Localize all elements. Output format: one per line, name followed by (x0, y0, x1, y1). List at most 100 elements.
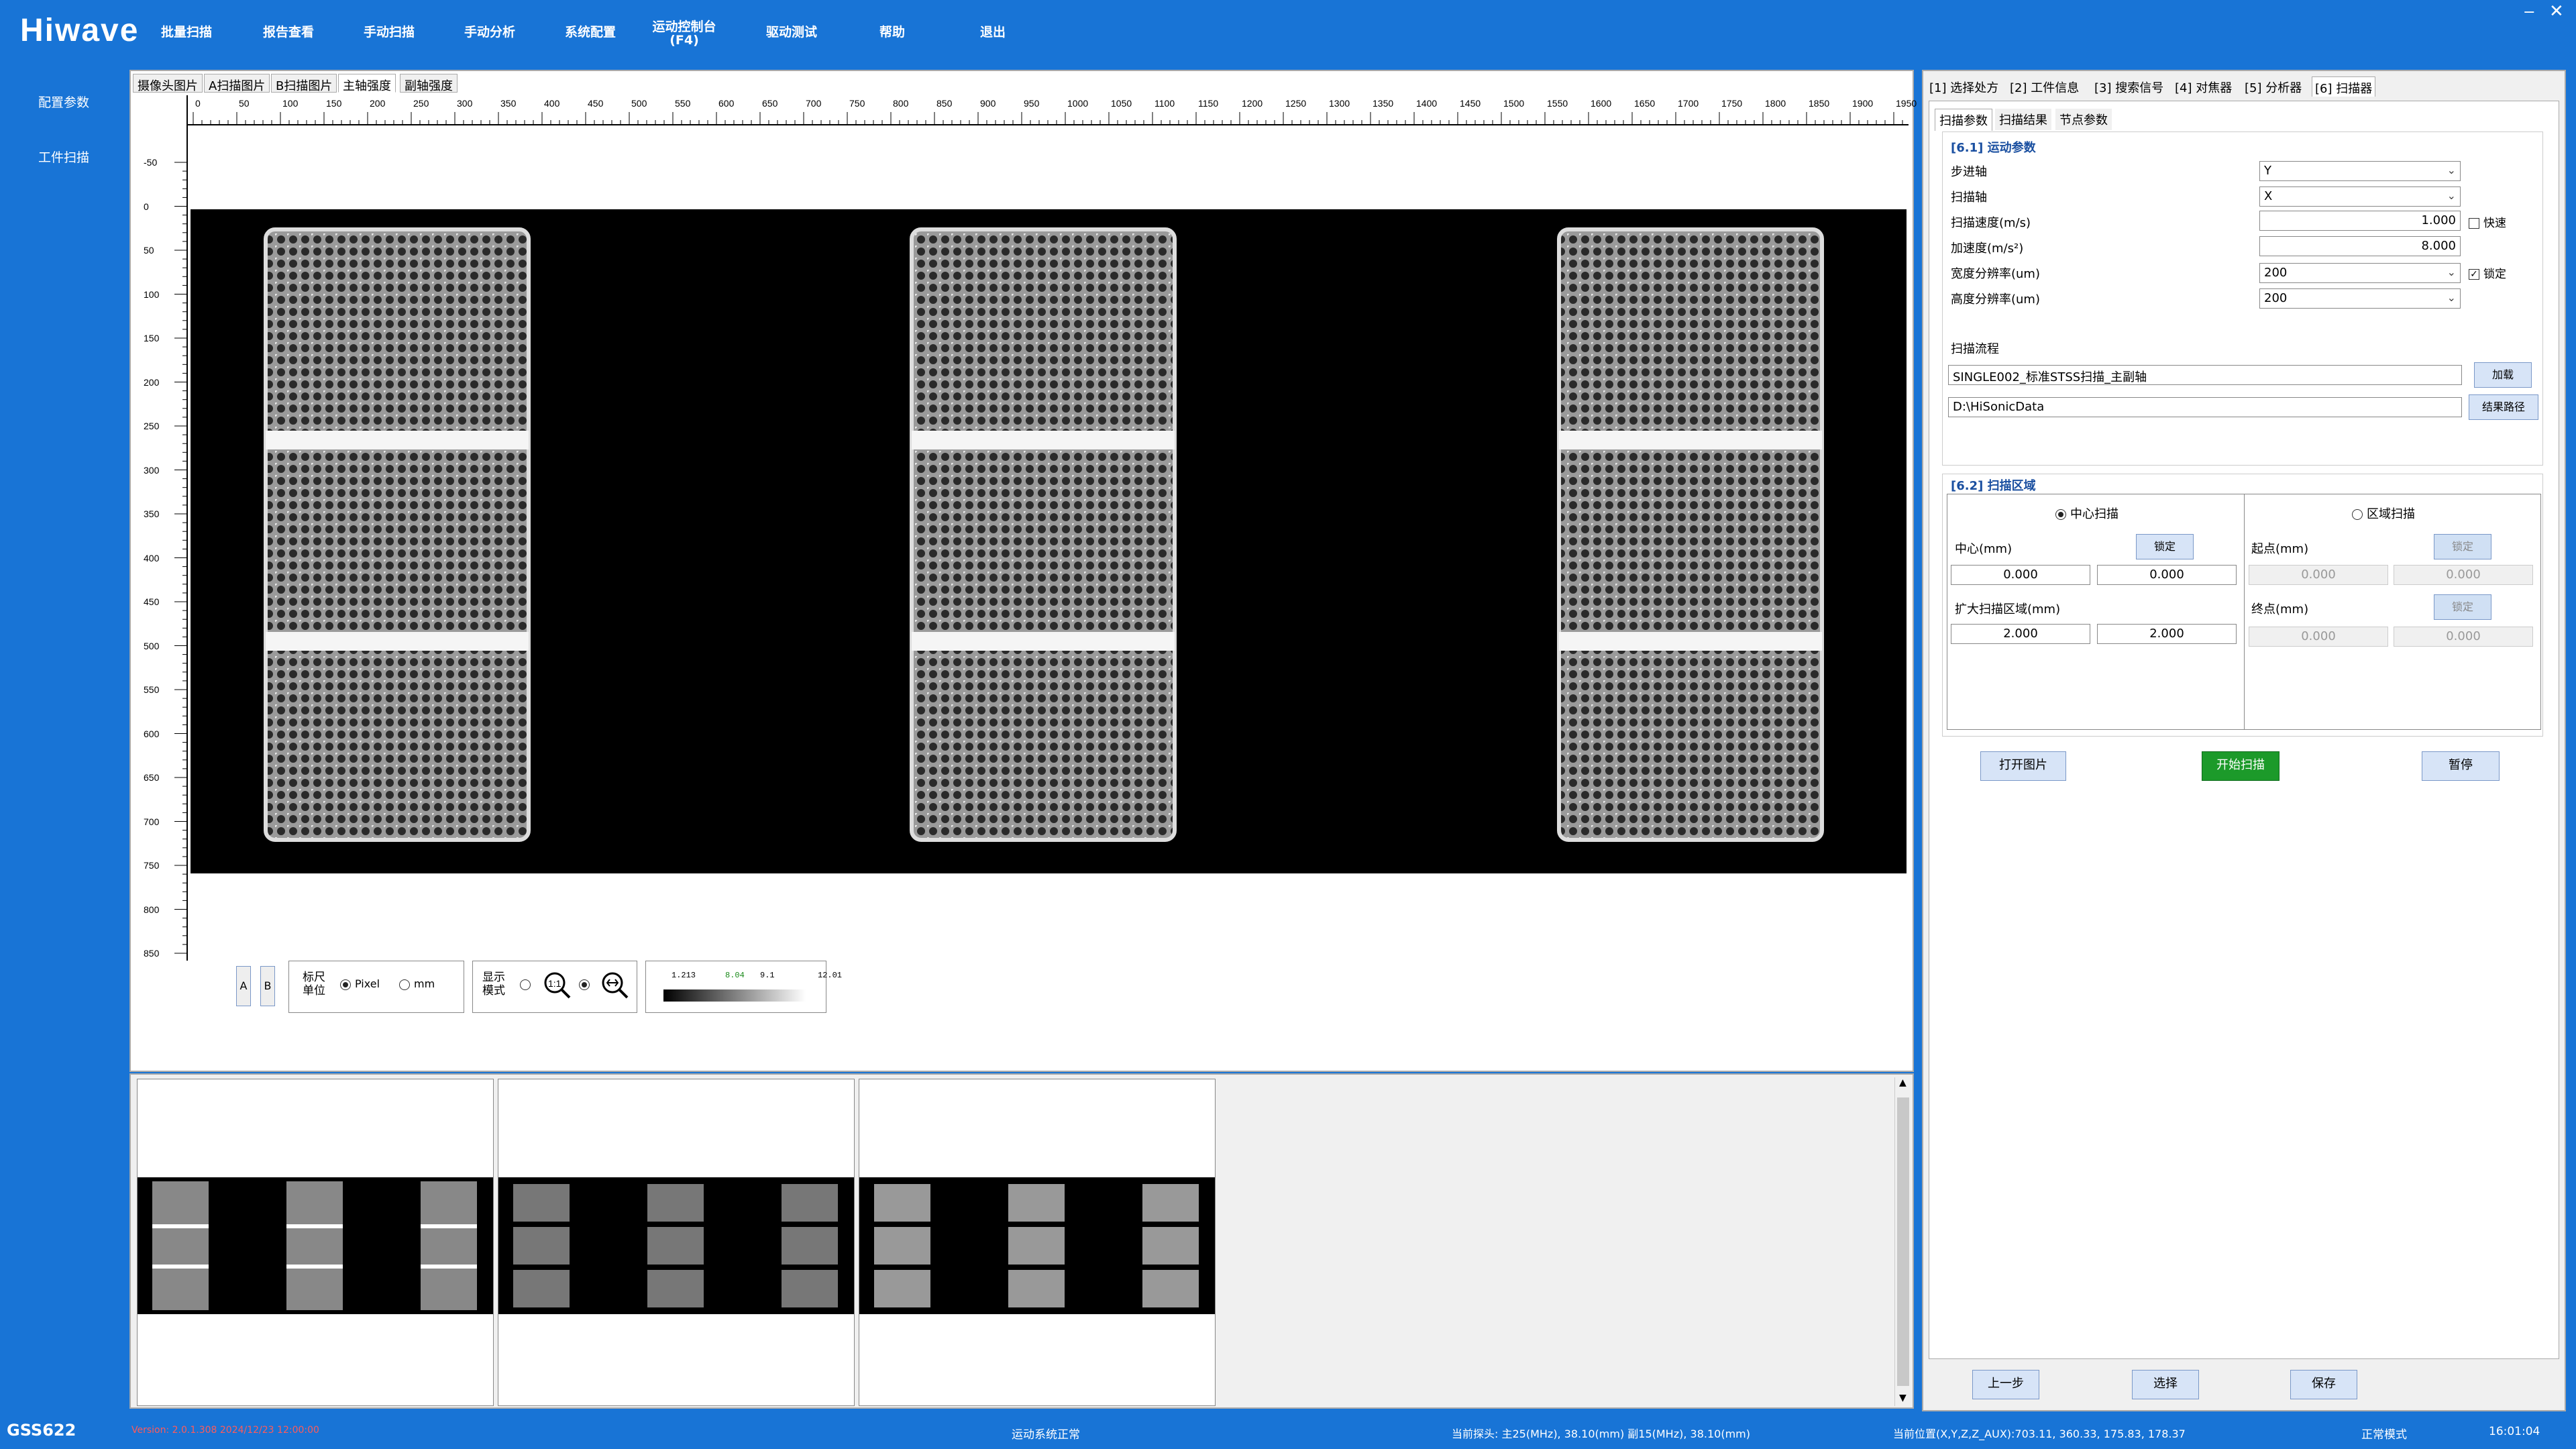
ruler-top-tick: 450 (588, 98, 604, 109)
image-tab-2[interactable]: B扫描图片 (271, 74, 337, 93)
right-tab-2[interactable]: [3] 搜索信号 (2092, 76, 2166, 97)
nav-item-6[interactable]: 驱动测试 (741, 25, 842, 39)
nav-item-2[interactable]: 手动扫描 (339, 25, 439, 39)
ruler-left-tick: 50 (144, 245, 154, 256)
step-axis-select[interactable]: Y ⌄ (2259, 161, 2461, 181)
minimize-icon[interactable]: ‒ (2524, 1, 2535, 21)
center-lock-button[interactable]: 锁定 (2136, 534, 2194, 559)
nav-item-8[interactable]: 退出 (943, 25, 1043, 39)
start-y-input[interactable]: 0.000 (2394, 565, 2533, 585)
colorbar-box: 1.213 8.04 9.1 12.01 (645, 961, 842, 1013)
pause-button[interactable]: 暂停 (2422, 751, 2500, 781)
right-tab-1[interactable]: [2] 工件信息 (2007, 76, 2082, 97)
thumbnail-2[interactable] (498, 1079, 855, 1406)
center-y-input[interactable]: 0.000 (2097, 565, 2237, 585)
area-divider (2244, 494, 2245, 730)
lock-checkbox[interactable]: ✓ 锁定 (2469, 264, 2506, 281)
end-y-input[interactable]: 0.000 (2394, 627, 2533, 647)
open-image-button[interactable]: 打开图片 (1980, 751, 2066, 781)
nav-item-5[interactable]: 运动控制台 (F4) (634, 20, 735, 47)
image-tab-1[interactable]: A扫描图片 (204, 74, 270, 93)
path-input[interactable]: D:\HiSonicData (1948, 397, 2462, 417)
scroll-down-icon[interactable]: ▼ (1899, 1393, 1907, 1403)
sub-tab-1[interactable]: 扫描结果 (1995, 109, 2051, 130)
ruler-top-tick: 850 (936, 98, 953, 109)
ruler-top-tick: 350 (500, 98, 517, 109)
nav-item-1[interactable]: 报告查看 (238, 25, 339, 39)
thumbnail-scrollbar[interactable]: ▲ ▼ (1894, 1077, 1912, 1406)
start-x-input[interactable]: 0.000 (2249, 565, 2388, 585)
thumbnail-3[interactable] (859, 1079, 1216, 1406)
ruler-top-tick: 1700 (1678, 98, 1699, 109)
save-button[interactable]: 保存 (2290, 1370, 2357, 1399)
unit-label: 标尺 单位 (303, 971, 325, 998)
zoom-1to1-icon[interactable]: 1:1 (543, 971, 572, 1000)
ruler-top-tick: 150 (326, 98, 342, 109)
display-mode-radio-1[interactable] (520, 977, 535, 991)
thumbnail-1[interactable] (137, 1079, 494, 1406)
ruler-top-tick: 1150 (1198, 98, 1219, 109)
start-scan-button[interactable]: 开始扫描 (2202, 751, 2279, 781)
colorbar (663, 989, 806, 1002)
a-button[interactable]: A (236, 966, 251, 1006)
height-res-select[interactable]: 200 ⌄ (2259, 288, 2461, 309)
ruler-top-tick: 1350 (1373, 98, 1394, 109)
ruler-top-tick: 650 (762, 98, 778, 109)
image-tab-4[interactable]: 副轴强度 (400, 74, 458, 93)
left-nav-workpiece-scan[interactable]: 工件扫描 (0, 148, 127, 166)
scan-image[interactable] (191, 209, 1907, 873)
chevron-down-icon: ⌄ (2447, 291, 2456, 304)
prev-step-button[interactable]: 上一步 (1972, 1370, 2039, 1399)
b-button[interactable]: B (260, 966, 275, 1006)
right-tab-3[interactable]: [4] 对焦器 (2172, 76, 2235, 97)
app-window: Hiwave 批量扫描 报告查看 手动扫描 手动分析 系统配置 运动控制台 (F4) 驱动测… (0, 0, 2576, 1449)
zoom-fit-icon[interactable] (600, 971, 630, 1000)
ruler-left-tick: 400 (144, 552, 160, 564)
start-lock-button[interactable]: 锁定 (2434, 534, 2491, 559)
right-tab-4[interactable]: [5] 分析器 (2242, 76, 2304, 97)
center-scan-radio[interactable]: 中心扫描 (2055, 504, 2118, 522)
end-x-input[interactable]: 0.000 (2249, 627, 2388, 647)
nav-item-0[interactable]: 批量扫描 (136, 25, 237, 39)
start-label: 起点(mm) (2251, 542, 2309, 556)
fast-checkbox[interactable]: 快速 (2469, 213, 2506, 230)
load-button[interactable]: 加载 (2474, 362, 2532, 388)
right-tab-5[interactable]: [6] 扫描器 (2312, 76, 2376, 97)
scan-speed-input[interactable]: 1.000 (2259, 211, 2461, 231)
display-mode-radio-2[interactable] (579, 977, 594, 991)
region-scan-radio[interactable]: 区域扫描 (2352, 504, 2415, 522)
nav-item-7[interactable]: 帮助 (842, 25, 943, 39)
result-path-button[interactable]: 结果路径 (2469, 394, 2538, 420)
left-nav-config[interactable]: 配置参数 (0, 93, 127, 111)
scroll-up-icon[interactable]: ▲ (1899, 1077, 1907, 1088)
image-tab-0[interactable]: 摄像头图片 (133, 74, 203, 93)
sub-tab-0[interactable]: 扫描参数 (1935, 109, 1992, 131)
accel-input[interactable]: 8.000 (2259, 236, 2461, 256)
expand-x-input[interactable]: 2.000 (1951, 624, 2090, 644)
probe-status: 当前探头: 主25(MHz), 38.10(mm) 副15(MHz), 38.1… (1452, 1428, 1750, 1440)
center-x-input[interactable]: 0.000 (1951, 565, 2090, 585)
nav-item-4[interactable]: 系统配置 (540, 25, 641, 39)
version-label: Version: 2.0.1.308 2024/12/23 12:00:00 (131, 1425, 319, 1436)
ruler-left-tick: 150 (144, 333, 160, 343)
unit-pixel-radio[interactable]: Pixel (340, 977, 380, 990)
width-res-select[interactable]: 200 ⌄ (2259, 263, 2461, 283)
ruler-top-tick: 1500 (1503, 98, 1525, 109)
expand-y-input[interactable]: 2.000 (2097, 624, 2237, 644)
scroll-thumb[interactable] (1897, 1097, 1909, 1386)
close-icon[interactable]: ✕ (2549, 1, 2564, 21)
nav-item-3[interactable]: 手动分析 (439, 25, 540, 39)
sub-tab-2[interactable]: 节点参数 (2055, 109, 2112, 130)
ruler-top-tick: 1450 (1460, 98, 1481, 109)
end-lock-button[interactable]: 锁定 (2434, 594, 2491, 620)
end-label: 终点(mm) (2251, 602, 2309, 616)
scan-axis-select[interactable]: X ⌄ (2259, 186, 2461, 207)
ruler-left-tick: 550 (144, 684, 160, 695)
flow-input[interactable]: SINGLE002_标准STSS扫描_主副轴 (1948, 365, 2462, 385)
ruler-top-tick: 1550 (1547, 98, 1568, 109)
ruler-left-tick: 250 (144, 421, 160, 431)
right-tab-0[interactable]: [1] 选择处方 (1927, 76, 2001, 97)
unit-mm-radio[interactable]: mm (399, 977, 435, 990)
image-tab-3[interactable]: 主轴强度 (338, 74, 396, 93)
select-button[interactable]: 选择 (2132, 1370, 2199, 1399)
